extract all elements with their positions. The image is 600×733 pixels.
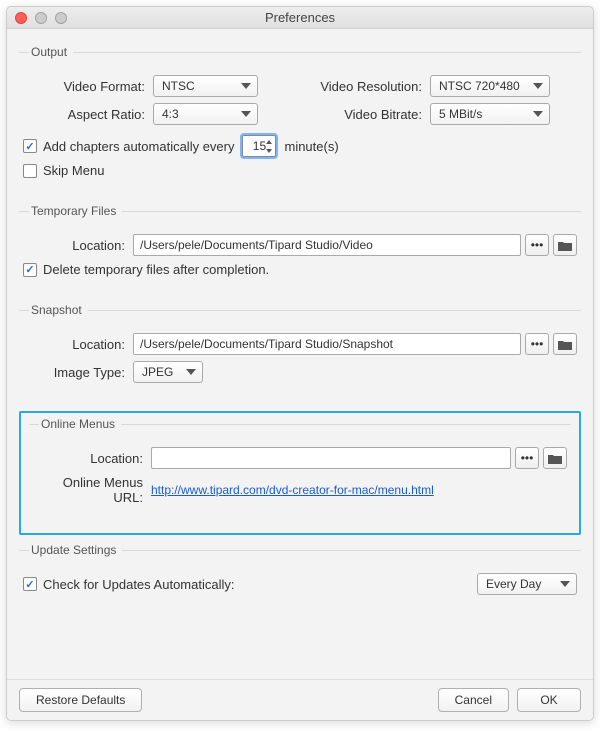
snapshot-browse-button[interactable]: ••• [525, 333, 549, 355]
temp-browse-button[interactable]: ••• [525, 234, 549, 256]
temp-location-input[interactable]: /Users/pele/Documents/Tipard Studio/Vide… [133, 234, 521, 256]
online-open-folder-button[interactable] [543, 447, 567, 469]
add-chapters-label: Add chapters automatically every [43, 139, 234, 154]
snapshot-location-value: /Users/pele/Documents/Tipard Studio/Snap… [140, 337, 393, 351]
folder-icon [558, 240, 572, 251]
chevron-down-icon [533, 83, 543, 89]
video-format-label: Video Format: [23, 79, 153, 94]
video-format-select[interactable]: NTSC [153, 75, 258, 97]
image-type-value: JPEG [142, 365, 173, 379]
preferences-dialog: Preferences Output Video Format: NTSC Vi… [6, 6, 594, 721]
snapshot-open-folder-button[interactable] [553, 333, 577, 355]
folder-icon [548, 453, 562, 464]
chapter-interval-input[interactable]: 15 [242, 135, 276, 157]
update-frequency-select[interactable]: Every Day [477, 573, 577, 595]
aspect-ratio-select[interactable]: 4:3 [153, 103, 258, 125]
chevron-down-icon [241, 111, 251, 117]
online-menus-legend: Online Menus [39, 417, 121, 431]
snapshot-group: Snapshot Location: /Users/pele/Documents… [19, 303, 581, 401]
check-updates-label: Check for Updates Automatically: [43, 577, 234, 592]
skip-menu-checkbox[interactable] [23, 164, 37, 178]
ellipsis-icon: ••• [531, 337, 544, 351]
chapter-unit-label: minute(s) [284, 139, 338, 154]
delete-temp-label: Delete temporary files after completion. [43, 262, 269, 277]
close-window-button[interactable] [15, 12, 27, 24]
online-browse-button[interactable]: ••• [515, 447, 539, 469]
snapshot-location-label: Location: [23, 337, 133, 352]
video-bitrate-label: Video Bitrate: [310, 107, 430, 122]
video-resolution-select[interactable]: NTSC 720*480 [430, 75, 550, 97]
online-location-input[interactable] [151, 447, 511, 469]
chevron-down-icon [186, 369, 196, 375]
add-chapters-checkbox[interactable] [23, 139, 37, 153]
video-resolution-label: Video Resolution: [310, 79, 430, 94]
update-settings-group: Update Settings Check for Updates Automa… [19, 543, 581, 613]
output-legend: Output [29, 45, 73, 59]
image-type-select[interactable]: JPEG [133, 361, 203, 383]
temp-open-folder-button[interactable] [553, 234, 577, 256]
ok-button[interactable]: OK [517, 688, 581, 712]
minimize-window-button [35, 12, 47, 24]
ellipsis-icon: ••• [521, 451, 534, 465]
ellipsis-icon: ••• [531, 238, 544, 252]
restore-defaults-button[interactable]: Restore Defaults [19, 688, 142, 712]
titlebar: Preferences [7, 7, 593, 29]
online-location-label: Location: [33, 451, 151, 466]
temp-files-group: Temporary Files Location: /Users/pele/Do… [19, 204, 581, 295]
dialog-footer: Restore Defaults Cancel OK [7, 679, 593, 720]
chevron-down-icon [241, 83, 251, 89]
check-updates-checkbox[interactable] [23, 577, 37, 591]
delete-temp-checkbox[interactable] [23, 263, 37, 277]
content: Output Video Format: NTSC Video Resoluti… [7, 29, 593, 679]
video-format-value: NTSC [162, 79, 195, 93]
cancel-button[interactable]: Cancel [438, 688, 509, 712]
snapshot-location-input[interactable]: /Users/pele/Documents/Tipard Studio/Snap… [133, 333, 521, 355]
zoom-window-button [55, 12, 67, 24]
snapshot-legend: Snapshot [29, 303, 88, 317]
window-title: Preferences [7, 10, 593, 25]
image-type-label: Image Type: [23, 365, 133, 380]
folder-icon [558, 339, 572, 350]
video-resolution-value: NTSC 720*480 [439, 79, 520, 93]
online-menus-url-link[interactable]: http://www.tipard.com/dvd-creator-for-ma… [151, 483, 434, 497]
skip-menu-label: Skip Menu [43, 163, 104, 178]
output-group: Output Video Format: NTSC Video Resoluti… [19, 45, 581, 196]
stepper-icon[interactable] [264, 137, 274, 155]
aspect-ratio-value: 4:3 [162, 107, 179, 121]
update-frequency-value: Every Day [486, 577, 541, 591]
temp-files-legend: Temporary Files [29, 204, 122, 218]
online-url-label: Online Menus URL: [33, 475, 151, 505]
online-menus-highlight: Online Menus Location: ••• Online Menus … [19, 411, 581, 535]
chevron-down-icon [560, 581, 570, 587]
temp-location-value: /Users/pele/Documents/Tipard Studio/Vide… [140, 238, 373, 252]
video-bitrate-select[interactable]: 5 MBit/s [430, 103, 550, 125]
online-menus-group: Online Menus Location: ••• Online Menus … [29, 417, 571, 523]
chevron-down-icon [533, 111, 543, 117]
video-bitrate-value: 5 MBit/s [439, 107, 482, 121]
update-legend: Update Settings [29, 543, 122, 557]
aspect-ratio-label: Aspect Ratio: [23, 107, 153, 122]
temp-location-label: Location: [23, 238, 133, 253]
